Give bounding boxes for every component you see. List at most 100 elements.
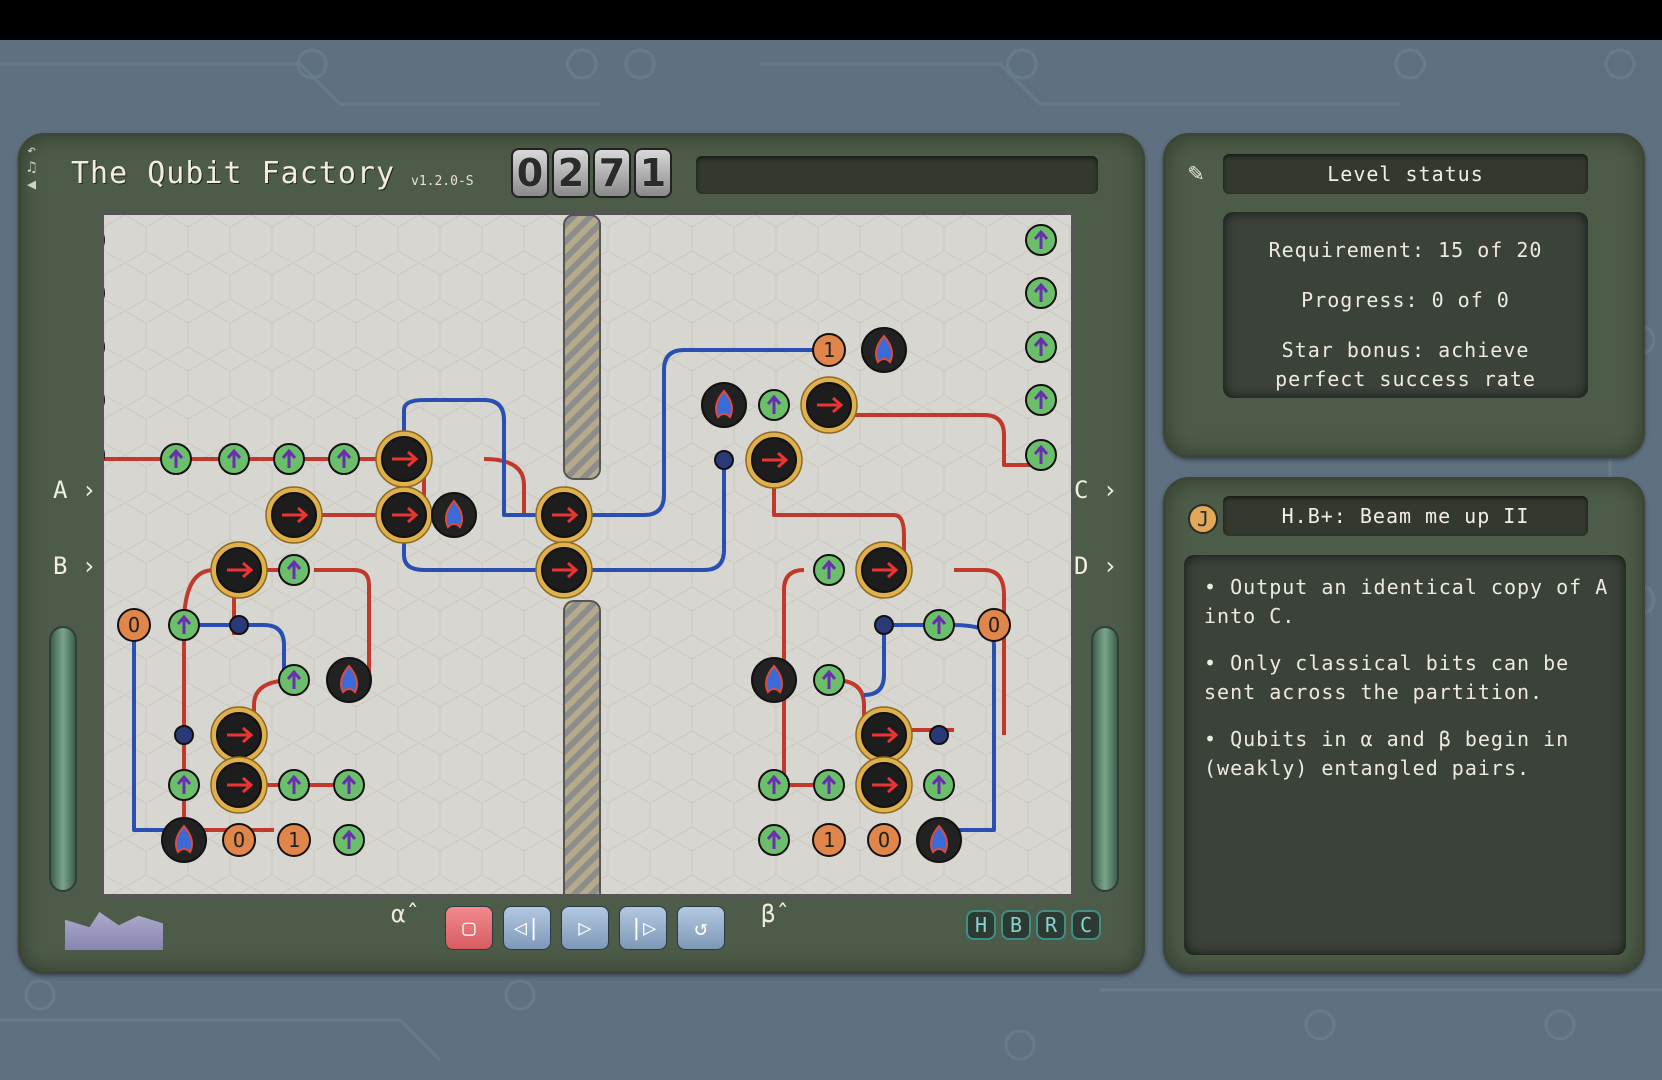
rotate-gate[interactable] [1026,440,1056,470]
junction-node[interactable] [715,451,733,469]
rotate-gate[interactable] [814,555,844,585]
control-gate[interactable] [266,487,322,543]
level-bullet: • Qubits in α and β begin in (weakly) en… [1204,725,1614,783]
rotate-gate[interactable] [924,610,954,640]
counter-digit: 0 [511,148,549,198]
level-info-panel: J H.B+: Beam me up II • Output an identi… [1163,477,1645,974]
rotate-gate[interactable] [1026,332,1056,362]
mode-h-button[interactable]: H [966,910,996,940]
rotate-gate[interactable] [161,444,191,474]
sound-icon[interactable]: ◀ [27,176,36,193]
music-icon[interactable]: ♫ [27,159,36,176]
mode-c-button[interactable]: C [1071,910,1101,940]
rotate-gate[interactable] [759,770,789,800]
level-bullet: • Only classical bits can be sent across… [1204,649,1614,707]
side-icons: ↶ ♫ ◀ [27,142,36,193]
svg-text:O: O [128,613,140,637]
flame-gate[interactable] [702,383,746,427]
control-gate[interactable] [536,542,592,598]
level-title: H.B+: Beam me up II [1223,496,1588,536]
rotate-gate[interactable] [274,444,304,474]
bit-source[interactable]: O [223,824,255,856]
top-black-bar [0,0,1662,40]
svg-text:O: O [233,828,245,852]
control-gate[interactable] [856,542,912,598]
control-gate[interactable] [211,542,267,598]
play-button[interactable]: ▷ [561,906,609,950]
bit-source[interactable]: O [978,609,1010,641]
progress-text: Progress: 0 of 0 [1223,288,1588,312]
control-gate[interactable] [536,487,592,543]
game-board[interactable]: OO11O1O [101,212,1074,897]
right-tube [1091,626,1119,892]
rotate-gate[interactable] [329,444,359,474]
input-tray [65,912,163,950]
bit-source[interactable]: O [868,824,900,856]
beta-label: β̂ [761,900,775,928]
stop-button[interactable]: ▢ [445,906,493,950]
control-gate[interactable] [856,707,912,763]
rotate-gate[interactable] [759,825,789,855]
mode-buttons: H B R C [966,910,1101,940]
alpha-label: α̂ [391,900,405,928]
reset-button[interactable]: ↺ [677,906,725,950]
board-circuit[interactable]: OO11O1O [104,215,1074,897]
counter-digit: 7 [593,148,631,198]
junction-node[interactable] [930,726,948,744]
control-gate[interactable] [211,757,267,813]
level-status-panel: ✎ Level status Requirement: 15 of 20 Pro… [1163,133,1645,458]
rotate-gate[interactable] [169,610,199,640]
control-gate[interactable] [376,431,432,487]
rotate-gate[interactable] [169,770,199,800]
rotate-gate[interactable] [279,665,309,695]
step-back-button[interactable]: ◁| [503,906,551,950]
junction-node[interactable] [875,616,893,634]
eraser-icon[interactable]: ✎ [1188,158,1204,188]
message-bar [696,156,1098,194]
bit-source[interactable]: 1 [278,824,310,856]
control-gate[interactable] [856,757,912,813]
requirement-text: Requirement: 15 of 20 [1223,238,1588,262]
rotate-gate[interactable] [814,665,844,695]
flame-gate[interactable] [327,658,371,702]
bit-source[interactable]: O [118,609,150,641]
flame-gate[interactable] [917,818,961,862]
port-d-label: D › [1074,552,1117,580]
rotate-gate[interactable] [334,770,364,800]
rotate-gate[interactable] [1026,278,1056,308]
level-badge: J [1188,504,1218,534]
junction-node[interactable] [175,726,193,744]
rotate-gate[interactable] [1026,385,1056,415]
rotate-gate[interactable] [814,770,844,800]
rotate-gate[interactable] [334,825,364,855]
mode-b-button[interactable]: B [1001,910,1031,940]
undo-icon[interactable]: ↶ [27,142,36,159]
control-gate[interactable] [801,377,857,433]
control-gate[interactable] [746,432,802,488]
junction-node[interactable] [230,616,248,634]
rotate-gate[interactable] [1026,225,1056,255]
port-b-label: B › [53,552,96,580]
game-screen: ↶ ♫ ◀ The Qubit Factory v1.2.0-S 0 2 7 1… [0,0,1662,1080]
flame-gate[interactable] [432,493,476,537]
svg-text:1: 1 [288,828,300,852]
rotate-gate[interactable] [219,444,249,474]
flame-gate[interactable] [862,328,906,372]
star-bonus-line1: Star bonus: achieve [1223,338,1588,362]
rotate-gate[interactable] [279,770,309,800]
app-title: The Qubit Factory [71,156,395,191]
step-counter: 0 2 7 1 [511,148,672,198]
rotate-gate[interactable] [279,555,309,585]
bit-source[interactable]: 1 [813,824,845,856]
rotate-gate[interactable] [924,770,954,800]
step-forward-button[interactable]: |▷ [619,906,667,950]
star-bonus-line2: perfect success rate [1223,367,1588,391]
control-gate[interactable] [211,707,267,763]
flame-gate[interactable] [162,818,206,862]
bit-source[interactable]: 1 [813,334,845,366]
port-c-label: C › [1074,476,1117,504]
rotate-gate[interactable] [759,390,789,420]
mode-r-button[interactable]: R [1036,910,1066,940]
control-gate[interactable] [376,487,432,543]
flame-gate[interactable] [752,658,796,702]
